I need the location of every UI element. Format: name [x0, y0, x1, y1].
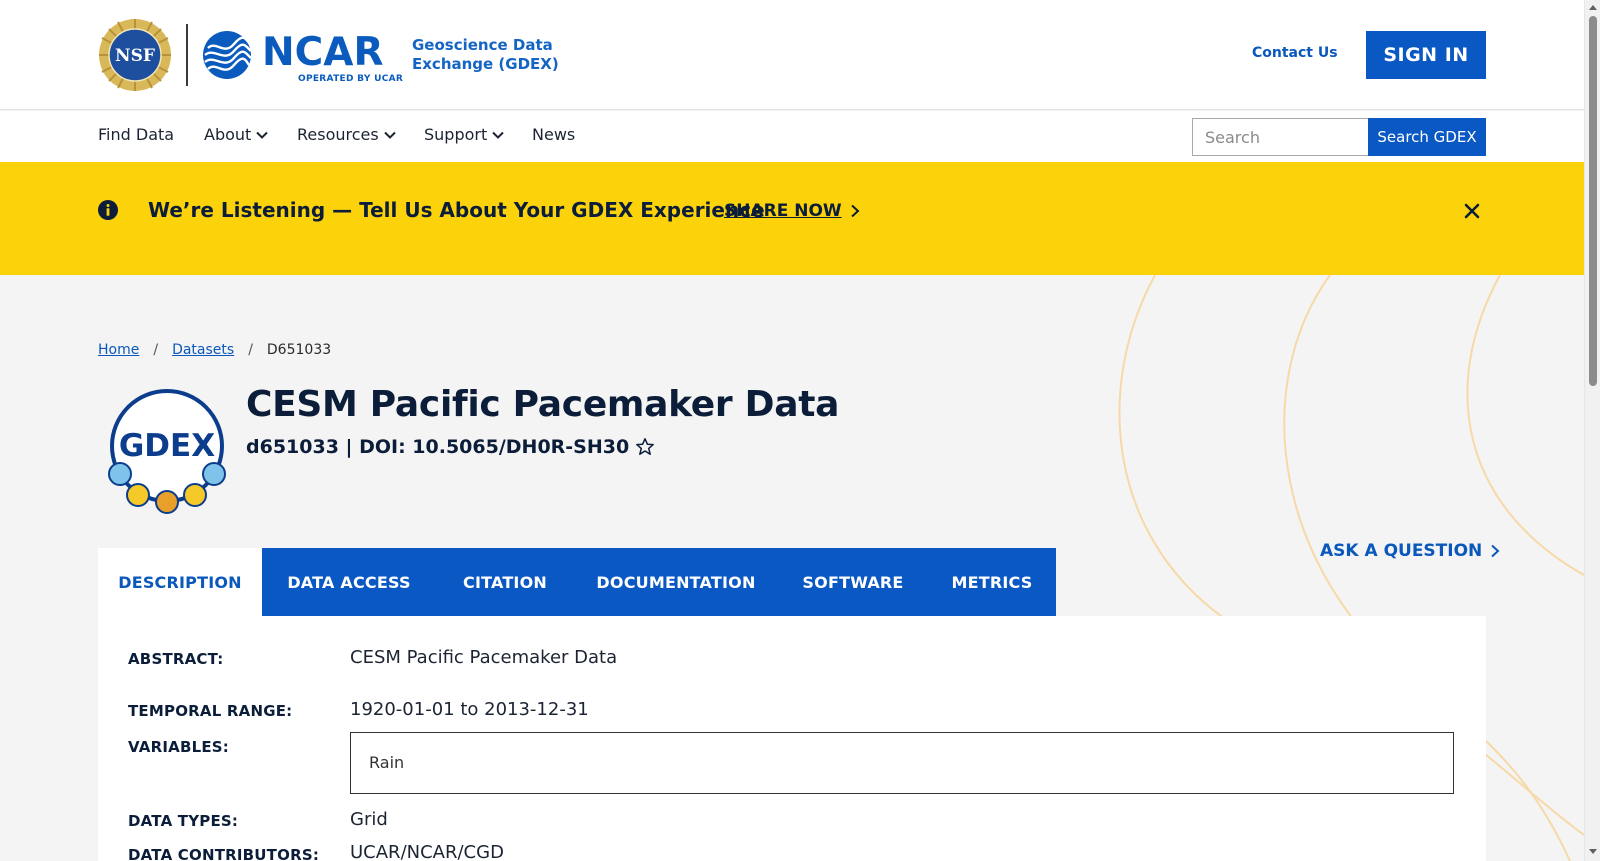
- abstract-value: CESM Pacific Pacemaker Data: [350, 647, 618, 668]
- scroll-down-arrow-icon[interactable]: [1588, 848, 1598, 856]
- share-now-link[interactable]: SHARE NOW: [724, 201, 861, 221]
- chevron-right-icon: [851, 204, 860, 218]
- tab-documentation[interactable]: DOCUMENTATION: [574, 548, 778, 616]
- nav-find-data[interactable]: Find Data: [98, 125, 174, 144]
- dataset-tabs: DESCRIPTION DATA ACCESS CITATION DOCUMEN…: [98, 548, 1056, 616]
- nav-label: Support: [424, 125, 488, 144]
- data-contributors-label: DATA CONTRIBUTORS:: [128, 846, 320, 861]
- breadcrumb-separator: /: [153, 342, 159, 358]
- ask-a-question-link[interactable]: ASK A QUESTION: [1320, 541, 1500, 561]
- data-contributors-value[interactable]: UCAR/NCAR/CGD: [350, 842, 504, 861]
- page-title: CESM Pacific Pacemaker Data: [246, 384, 840, 425]
- chevron-down-icon: [384, 131, 396, 139]
- nav-label: Resources: [297, 125, 379, 144]
- info-icon: [98, 200, 118, 220]
- scroll-up-arrow-icon[interactable]: [1588, 3, 1598, 11]
- site-header: NSF NCAR OPERATED BY UCAR Geoscience Dat…: [0, 0, 1584, 110]
- variable-item[interactable]: Rain: [369, 753, 404, 772]
- description-panel: ABSTRACT: CESM Pacific Pacemaker Data TE…: [98, 616, 1486, 861]
- feedback-banner: We’re Listening — Tell Us About Your GDE…: [0, 162, 1584, 275]
- nav-news[interactable]: News: [532, 125, 575, 144]
- search-input[interactable]: [1192, 118, 1368, 156]
- tab-description[interactable]: DESCRIPTION: [98, 548, 262, 616]
- breadcrumb-home[interactable]: Home: [98, 342, 139, 358]
- sign-in-button[interactable]: SIGN IN: [1366, 31, 1486, 79]
- star-icon[interactable]: [635, 437, 655, 457]
- share-now-label: SHARE NOW: [724, 201, 842, 221]
- page-scrollbar[interactable]: [1584, 0, 1600, 861]
- nsf-logo-icon[interactable]: NSF: [98, 18, 172, 92]
- data-types-label: DATA TYPES:: [128, 812, 239, 830]
- variables-label: VARIABLES:: [128, 738, 229, 756]
- search-gdex-button[interactable]: Search GDEX: [1368, 118, 1486, 156]
- nav-support[interactable]: Support: [424, 125, 504, 144]
- variables-box: Rain: [350, 732, 1454, 794]
- ncar-globe-icon[interactable]: [202, 30, 252, 80]
- data-types-value: Grid: [350, 809, 388, 830]
- abstract-label: ABSTRACT:: [128, 650, 224, 668]
- site-name[interactable]: Geoscience Data Exchange (GDEX): [412, 36, 572, 74]
- gdex-logo-text: GDEX: [119, 428, 215, 464]
- tab-citation[interactable]: CITATION: [436, 548, 574, 616]
- breadcrumb-current: D651033: [266, 342, 332, 358]
- nav-resources[interactable]: Resources: [297, 125, 396, 144]
- ncar-wordmark[interactable]: NCAR: [262, 30, 383, 76]
- nav-about[interactable]: About: [204, 125, 269, 144]
- scrollbar-thumb[interactable]: [1589, 16, 1597, 386]
- contact-us-link[interactable]: Contact Us: [1252, 45, 1338, 61]
- nsf-logo-text: NSF: [115, 46, 155, 66]
- close-icon[interactable]: [1462, 201, 1482, 221]
- dataset-id-text: d651033 | DOI: 10.5065/DH0R-SH30: [246, 436, 630, 458]
- tab-software[interactable]: SOFTWARE: [778, 548, 928, 616]
- ncar-operated-by: OPERATED BY UCAR: [298, 74, 404, 84]
- chevron-down-icon: [492, 131, 504, 139]
- banner-message: We’re Listening — Tell Us About Your GDE…: [148, 198, 765, 222]
- chevron-right-icon: [1491, 544, 1500, 558]
- breadcrumb-datasets[interactable]: Datasets: [172, 342, 234, 358]
- tab-metrics[interactable]: METRICS: [928, 548, 1056, 616]
- nav-label: About: [204, 125, 252, 144]
- temporal-range-value: 1920-01-01 to 2013-12-31: [350, 699, 589, 720]
- chevron-down-icon: [256, 131, 269, 139]
- dataset-id-doi: d651033 | DOI: 10.5065/DH0R-SH30: [246, 436, 655, 458]
- breadcrumb-separator: /: [248, 342, 253, 358]
- breadcrumb: Home / Datasets / D651033: [98, 342, 331, 358]
- main-nav: Find Data About Resources Support News S…: [0, 111, 1584, 162]
- logo-divider: [186, 24, 188, 86]
- nav-label: News: [532, 125, 576, 144]
- gdex-logo-icon: GDEX: [108, 389, 226, 514]
- ask-label: ASK A QUESTION: [1320, 541, 1483, 561]
- temporal-range-label: TEMPORAL RANGE:: [128, 702, 293, 720]
- nav-label: Find Data: [98, 125, 175, 144]
- tab-data-access[interactable]: DATA ACCESS: [262, 548, 436, 616]
